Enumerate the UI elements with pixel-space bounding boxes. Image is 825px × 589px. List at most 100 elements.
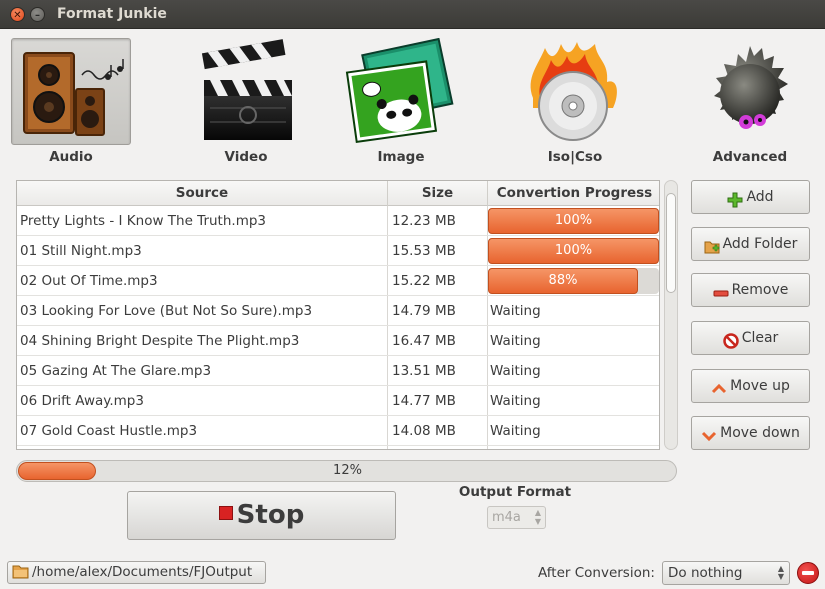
column-size[interactable]: Size <box>388 181 488 206</box>
folder-icon <box>12 565 29 579</box>
row-source: 06 Drift Away.mp3 <box>20 393 144 409</box>
chevron-up-icon <box>711 377 727 393</box>
file-table: Source Size Convertion Progress Pretty L… <box>16 180 660 450</box>
row-size: 14.08 MB <box>392 423 456 439</box>
chevron-down-icon <box>701 424 717 441</box>
scrollbar-thumb[interactable] <box>666 193 676 293</box>
add-label: Add <box>746 189 774 205</box>
minus-icon <box>713 281 729 297</box>
table-row[interactable]: Pretty Lights - I Know The Truth.mp3 12.… <box>17 206 659 236</box>
output-folder-button[interactable]: /home/alex/Documents/FJOutput <box>7 561 266 584</box>
row-progress-text: 100% <box>554 243 593 258</box>
output-format-select[interactable]: m4a ▲ ▼ <box>487 506 546 529</box>
row-status: Waiting <box>490 393 541 409</box>
category-isocso[interactable]: Iso|Cso <box>515 38 635 166</box>
category-isocso-iconbox <box>515 38 635 145</box>
row-source: 03 Looking For Love (But Not So Sure).mp… <box>20 303 313 319</box>
minimize-window-button[interactable]: – <box>30 7 45 22</box>
row-size: 16.47 MB <box>392 333 456 349</box>
row-source: 04 Shining Bright Despite The Plight.mp3 <box>20 333 300 349</box>
after-conversion-label: After Conversion: <box>538 565 655 581</box>
row-progress-text: 100% <box>554 213 593 228</box>
row-status: Waiting <box>490 363 541 379</box>
close-window-button[interactable]: ✕ <box>10 7 25 22</box>
add-folder-label: Add Folder <box>722 236 798 252</box>
add-folder-button[interactable]: Add Folder <box>691 227 810 261</box>
remove-label: Remove <box>731 282 789 298</box>
clear-button[interactable]: Clear <box>691 321 810 355</box>
row-size: 15.22 MB <box>392 273 456 289</box>
add-button[interactable]: Add <box>691 180 810 214</box>
advanced-creature-icon <box>714 46 788 129</box>
category-video-label: Video <box>224 149 268 165</box>
no-entry-icon <box>722 329 739 349</box>
no-entry-icon[interactable] <box>797 562 819 584</box>
row-progress-bar: 100% <box>488 208 659 234</box>
remove-button[interactable]: Remove <box>691 273 810 307</box>
row-progress-bar: 100% <box>488 238 659 264</box>
row-source: 07 Gold Coast Hustle.mp3 <box>20 423 198 439</box>
picture-icon <box>345 37 454 144</box>
table-header: Source Size Convertion Progress <box>17 181 659 206</box>
row-size: 13.51 MB <box>392 363 456 379</box>
title-bar: ✕ – Format Junkie <box>0 0 825 29</box>
row-source: 01 Still Night.mp3 <box>20 243 142 259</box>
category-video-iconbox <box>186 38 306 145</box>
output-format-value: m4a <box>492 510 521 525</box>
row-progress-bar: 88% <box>488 268 659 294</box>
category-image[interactable]: Image <box>341 37 461 166</box>
output-path: /home/alex/Documents/FJOutput <box>32 564 253 580</box>
table-row[interactable]: 06 Drift Away.mp3 14.77 MB Waiting <box>17 386 659 416</box>
column-source[interactable]: Source <box>17 181 388 206</box>
stop-button[interactable]: Stop <box>127 491 396 540</box>
output-format-label: Output Format <box>458 484 572 500</box>
clapperboard-icon <box>201 39 292 140</box>
move-down-label: Move down <box>720 425 800 441</box>
category-image-label: Image <box>377 149 425 165</box>
table-row[interactable]: 02 Out Of Time.mp3 15.22 MB 88% <box>17 266 659 296</box>
row-size: 14.77 MB <box>392 393 456 409</box>
table-row[interactable]: 04 Shining Bright Despite The Plight.mp3… <box>17 326 659 356</box>
row-status: Waiting <box>490 333 541 349</box>
row-source: Pretty Lights - I Know The Truth.mp3 <box>20 213 266 229</box>
category-audio-highlight <box>11 38 131 145</box>
after-conversion-value: Do nothing <box>668 565 743 581</box>
category-advanced-label: Advanced <box>712 149 788 165</box>
clear-label: Clear <box>741 330 779 346</box>
category-audio-label: Audio <box>49 149 93 165</box>
burning-disc-icon <box>530 42 617 141</box>
move-up-button[interactable]: Move up <box>691 369 810 403</box>
table-row[interactable]: 01 Still Night.mp3 15.53 MB 100% <box>17 236 659 266</box>
spin-arrows-icon: ▲ ▼ <box>777 564 784 581</box>
stop-label: Stop <box>236 500 305 530</box>
move-down-button[interactable]: Move down <box>691 416 810 450</box>
column-progress[interactable]: Convertion Progress <box>488 181 659 206</box>
category-advanced-iconbox <box>690 38 810 145</box>
move-up-label: Move up <box>730 378 790 394</box>
plus-icon <box>727 188 743 207</box>
spin-arrows-icon: ▲ ▼ <box>534 508 541 526</box>
row-source: 02 Out Of Time.mp3 <box>20 273 158 289</box>
overall-progress-bar: 12% <box>16 460 677 482</box>
table-row[interactable]: 07 Gold Coast Hustle.mp3 14.08 MB Waitin… <box>17 416 659 446</box>
row-status: Waiting <box>490 303 541 319</box>
row-size: 12.23 MB <box>392 213 456 229</box>
row-size: 15.53 MB <box>392 243 456 259</box>
table-scrollbar[interactable] <box>664 180 678 450</box>
category-audio[interactable]: Audio <box>11 38 131 166</box>
category-isocso-label: Iso|Cso <box>547 149 603 165</box>
stop-icon <box>218 506 233 520</box>
row-status: Waiting <box>490 423 541 439</box>
overall-progress-text: 12% <box>333 463 362 478</box>
category-image-iconbox <box>341 37 461 145</box>
category-video[interactable]: Video <box>186 38 306 166</box>
category-advanced[interactable]: Advanced <box>690 38 810 166</box>
table-row[interactable]: 03 Looking For Love (But Not So Sure).mp… <box>17 296 659 326</box>
after-conversion-select[interactable]: Do nothing ▲ ▼ <box>662 561 790 585</box>
window-title: Format Junkie <box>57 6 167 22</box>
folder-add-icon <box>704 235 720 253</box>
speakers-icon <box>23 52 124 136</box>
table-row[interactable]: 05 Gazing At The Glare.mp3 13.51 MB Wait… <box>17 356 659 386</box>
row-progress-text: 88% <box>548 273 578 288</box>
row-source: 05 Gazing At The Glare.mp3 <box>20 363 212 379</box>
